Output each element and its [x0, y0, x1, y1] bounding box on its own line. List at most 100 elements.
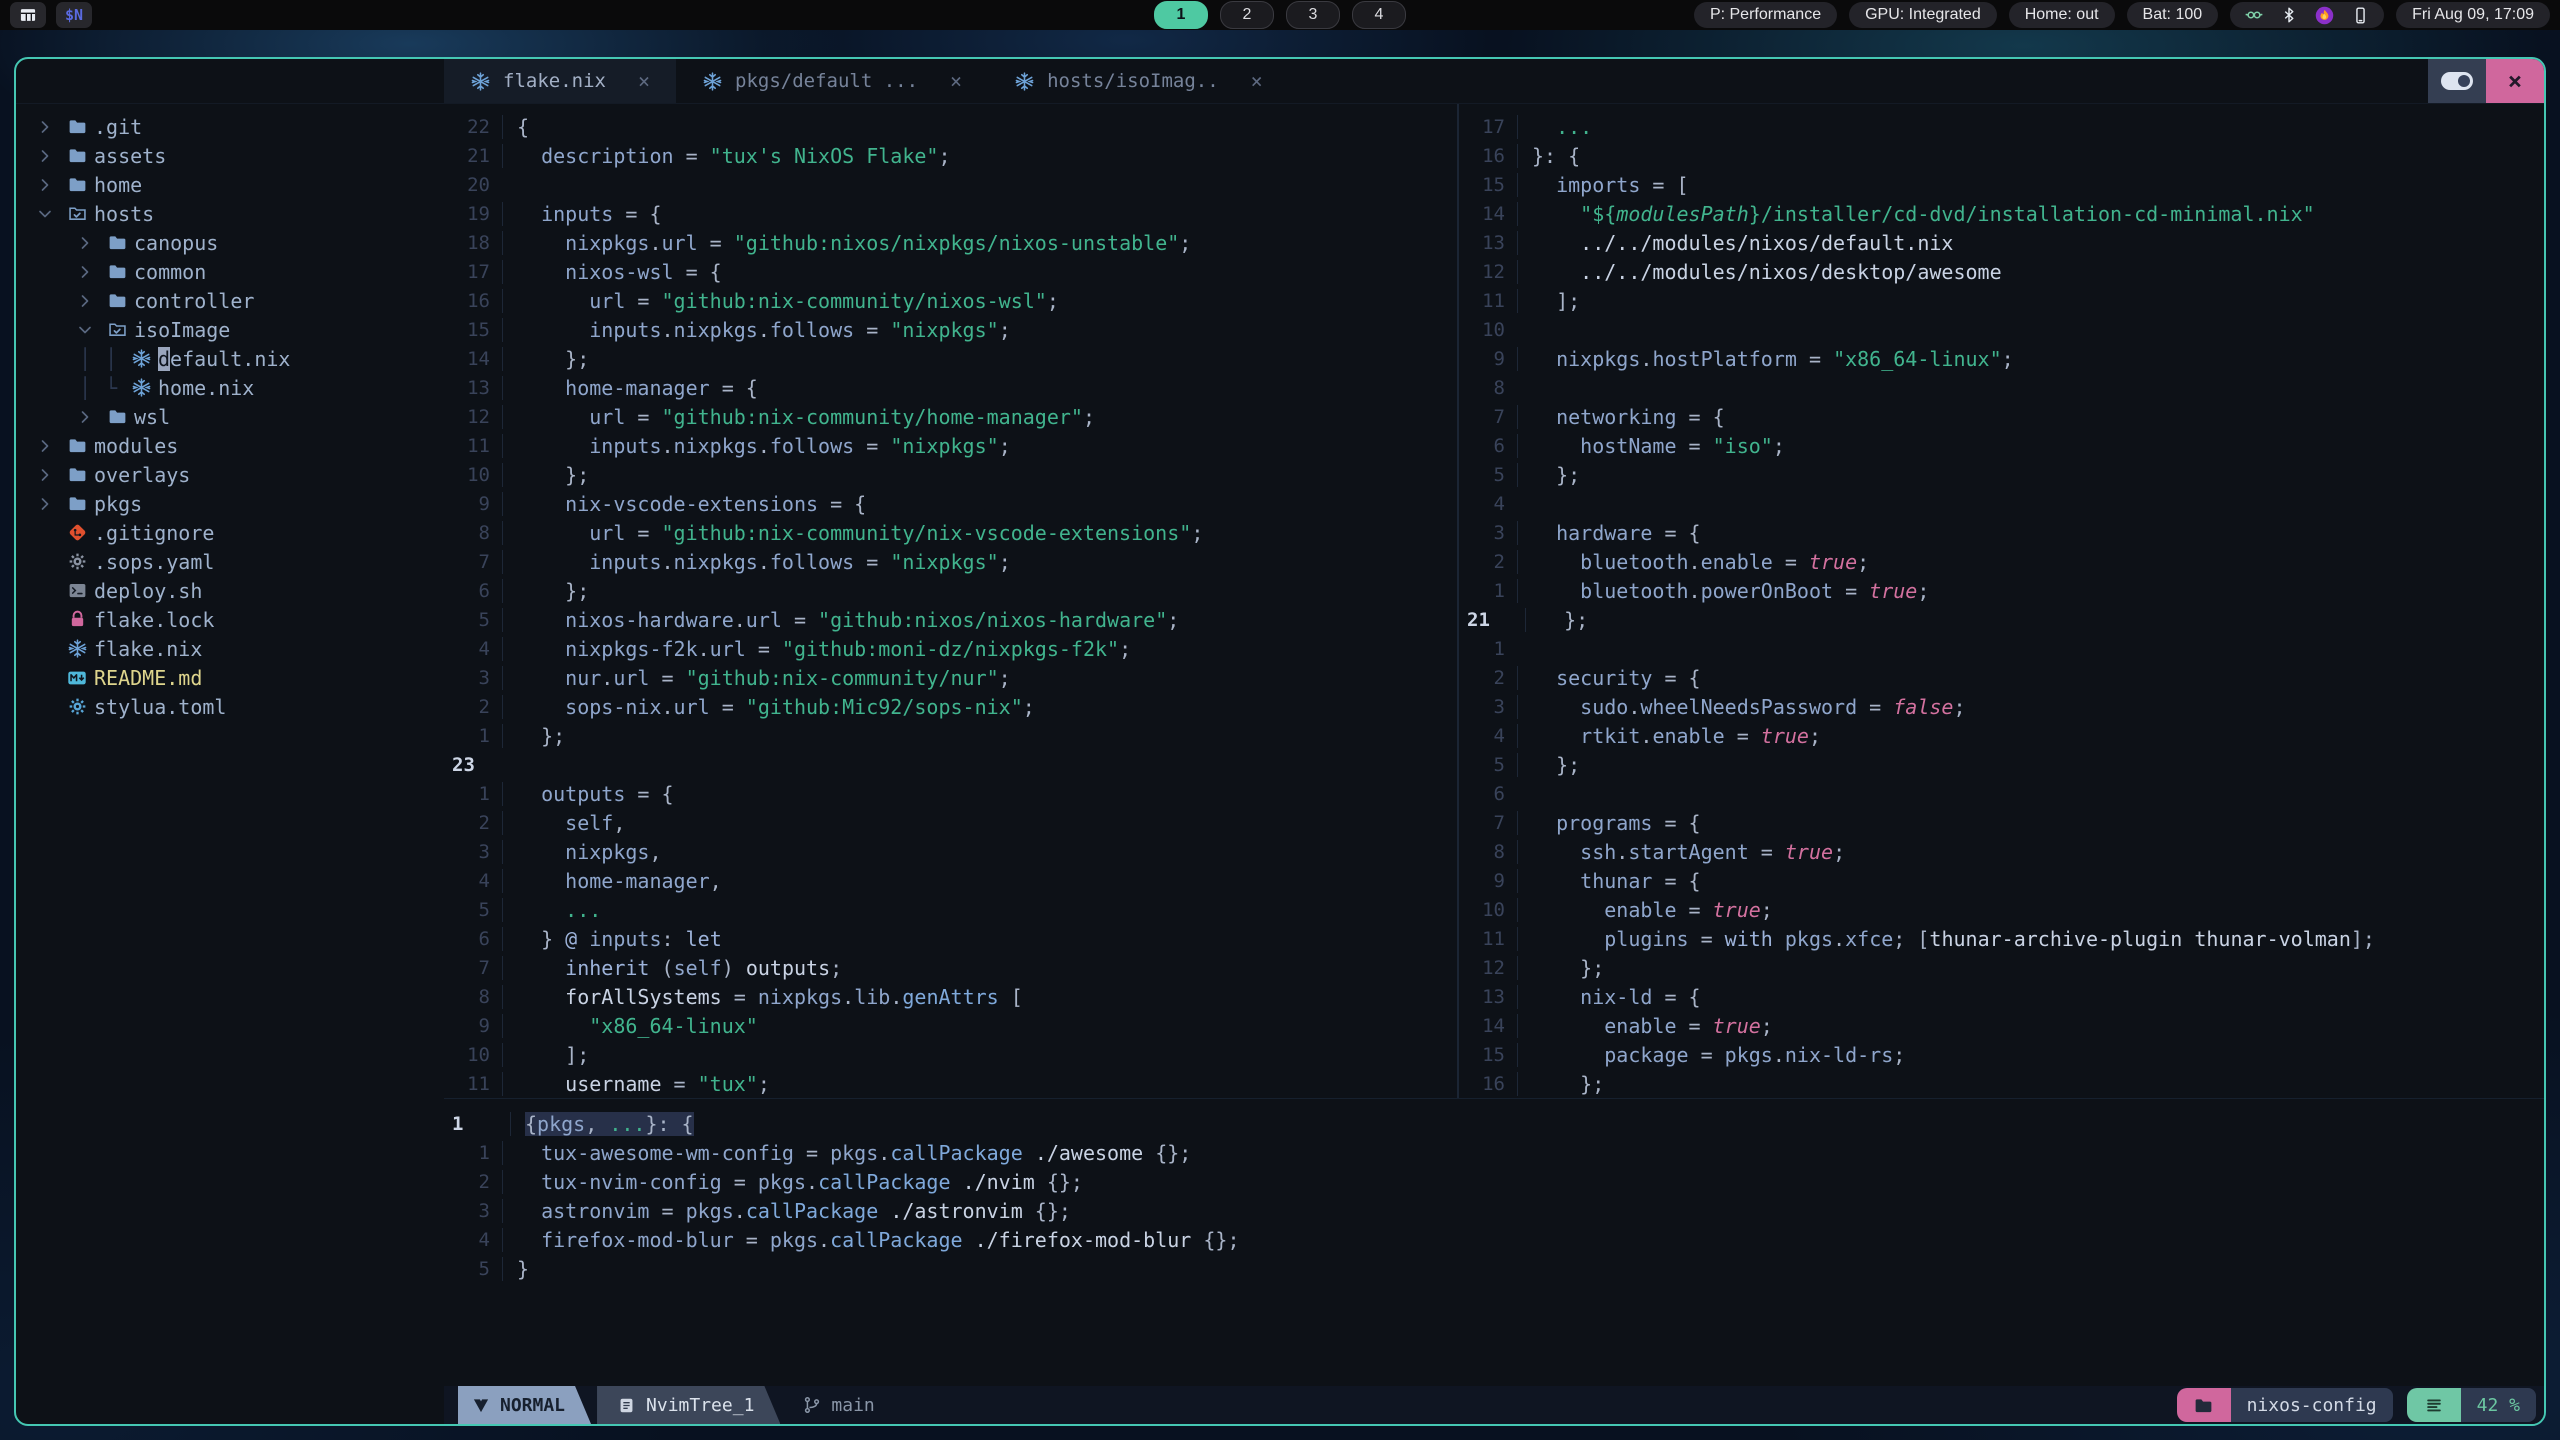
workspace-button-1[interactable]: 1 [1154, 1, 1208, 29]
code-line[interactable]: 4 rtkit.enable = true; [1459, 721, 2544, 750]
code-line[interactable]: 16 }; [1459, 1069, 2544, 1098]
code-line[interactable]: 11 username = "tux"; [444, 1069, 1457, 1098]
code-line[interactable]: 5 }; [1459, 460, 2544, 489]
code-line[interactable]: 2 tux-nvim-config = pkgs.callPackage ./n… [444, 1167, 2544, 1196]
code-line[interactable]: 13 home-manager = { [444, 373, 1457, 402]
apps-launcher-button[interactable] [10, 2, 46, 28]
code-line[interactable]: 13 nix-ld = { [1459, 982, 2544, 1011]
code-line[interactable]: 6 [1459, 779, 2544, 808]
code-line[interactable]: 10 ]; [444, 1040, 1457, 1069]
code-line[interactable]: 19 inputs = { [444, 199, 1457, 228]
tab-pkgs-default-[interactable]: pkgs/default ... × [676, 59, 988, 103]
code-line[interactable]: 5 }; [1459, 750, 2544, 779]
code-line[interactable]: 3 nur.url = "github:nix-community/nur"; [444, 663, 1457, 692]
code-line[interactable]: 5 ... [444, 895, 1457, 924]
code-line[interactable]: 9 thunar = { [1459, 866, 2544, 895]
code-line[interactable]: 2 security = { [1459, 663, 2544, 692]
code-line[interactable]: 3 nixpkgs, [444, 837, 1457, 866]
code-line[interactable]: 10 }; [444, 460, 1457, 489]
close-button[interactable]: × [2486, 59, 2544, 103]
code-line[interactable]: 9 nix-vscode-extensions = { [444, 489, 1457, 518]
tree-item-canopus[interactable]: canopus [16, 228, 444, 257]
editor-pane-iso-default-nix[interactable]: 17 ... 16}: {15 imports = [14 "${modulesP… [1459, 104, 2544, 1098]
code-line[interactable]: 1 [1459, 634, 2544, 663]
flame-icon[interactable] [2314, 5, 2335, 26]
tab-close-icon[interactable]: × [1251, 69, 1263, 93]
code-line[interactable]: 1 }; [444, 721, 1457, 750]
phone-icon[interactable] [2351, 6, 2370, 25]
code-line[interactable]: 14 enable = true; [1459, 1011, 2544, 1040]
tree-item-pkgs[interactable]: pkgs [16, 489, 444, 518]
code-line[interactable]: 4 nixpkgs-f2k.url = "github:moni-dz/nixp… [444, 634, 1457, 663]
tree-item-controller[interactable]: controller [16, 286, 444, 315]
code-line[interactable]: 16 url = "github:nix-community/nixos-wsl… [444, 286, 1457, 315]
code-line[interactable]: 9 "x86_64-linux" [444, 1011, 1457, 1040]
tree-item-flake-nix[interactable]: flake.nix [16, 634, 444, 663]
code-line[interactable]: 4 home-manager, [444, 866, 1457, 895]
terminal-launcher-button[interactable]: $N [56, 2, 92, 28]
tab-flake-nix[interactable]: flake.nix × [444, 59, 676, 103]
code-line[interactable]: 4 [1459, 489, 2544, 518]
tree-item-overlays[interactable]: overlays [16, 460, 444, 489]
tree-item-modules[interactable]: modules [16, 431, 444, 460]
code-line[interactable]: 17 ... [1459, 112, 2544, 141]
code-line[interactable]: 3 astronvim = pkgs.callPackage ./astronv… [444, 1196, 2544, 1225]
tree-item-readme-md[interactable]: README.md [16, 663, 444, 692]
bluetooth-icon[interactable] [2280, 6, 2298, 24]
tree-item-flake-lock[interactable]: flake.lock [16, 605, 444, 634]
workspace-button-2[interactable]: 2 [1220, 1, 1274, 29]
tree-item-home-nix[interactable]: │ └ home.nix [16, 373, 444, 402]
tree-item-default-nix[interactable]: │ │ default.nix [16, 344, 444, 373]
code-line[interactable]: 12 }; [1459, 953, 2544, 982]
code-line[interactable]: 1 bluetooth.powerOnBoot = true; [1459, 576, 2544, 605]
editor-pane-flake-nix[interactable]: 22{21 description = "tux's NixOS Flake";… [444, 104, 1457, 1098]
tree-item-common[interactable]: common [16, 257, 444, 286]
tree-item-wsl[interactable]: wsl [16, 402, 444, 431]
tab-hosts-isoimag-[interactable]: hosts/isoImag.. × [988, 59, 1289, 103]
code-line[interactable]: 7 inputs.nixpkgs.follows = "nixpkgs"; [444, 547, 1457, 576]
code-line[interactable]: 18 nixpkgs.url = "github:nixos/nixpkgs/n… [444, 228, 1457, 257]
code-line[interactable]: 8 forAllSystems = nixpkgs.lib.genAttrs [ [444, 982, 1457, 1011]
code-line[interactable]: 10 enable = true; [1459, 895, 2544, 924]
toggle-button[interactable] [2428, 59, 2486, 103]
code-line[interactable]: 11 ]; [1459, 286, 2544, 315]
code-line[interactable]: 7 programs = { [1459, 808, 2544, 837]
code-line[interactable]: 2 bluetooth.enable = true; [1459, 547, 2544, 576]
code-line[interactable]: 5 nixos-hardware.url = "github:nixos/nix… [444, 605, 1457, 634]
code-line[interactable]: 21 description = "tux's NixOS Flake"; [444, 141, 1457, 170]
code-line[interactable]: 22 { [444, 112, 1457, 141]
tree-item-hosts[interactable]: hosts [16, 199, 444, 228]
code-line[interactable]: 8 ssh.startAgent = true; [1459, 837, 2544, 866]
tab-close-icon[interactable]: × [950, 69, 962, 93]
goggles-icon[interactable] [2244, 5, 2264, 25]
code-line[interactable]: 9 nixpkgs.hostPlatform = "x86_64-linux"; [1459, 344, 2544, 373]
tree-item--gitignore[interactable]: .gitignore [16, 518, 444, 547]
code-line[interactable]: 2 self, [444, 808, 1457, 837]
code-line[interactable]: 5} [444, 1254, 2544, 1283]
code-line[interactable]: 7 inherit (self) outputs; [444, 953, 1457, 982]
code-line[interactable]: 1 tux-awesome-wm-config = pkgs.callPacka… [444, 1138, 2544, 1167]
code-line[interactable]: 11 plugins = with pkgs.xfce; [thunar-arc… [1459, 924, 2544, 953]
tab-close-icon[interactable]: × [638, 69, 650, 93]
code-line[interactable]: 12 ../../modules/nixos/desktop/awesome [1459, 257, 2544, 286]
code-line[interactable]: 1 {pkgs, ...}: { [444, 1109, 2544, 1138]
code-line[interactable]: 16}: { [1459, 141, 2544, 170]
code-line[interactable]: 13 ../../modules/nixos/default.nix [1459, 228, 2544, 257]
code-line[interactable]: 14 }; [444, 344, 1457, 373]
code-line[interactable]: 3 hardware = { [1459, 518, 2544, 547]
code-line[interactable]: 23 [444, 750, 1457, 779]
tree-item-isoimage[interactable]: isoImage [16, 315, 444, 344]
code-line[interactable]: 20 [444, 170, 1457, 199]
editor-pane-pkgs-default-nix[interactable]: 1 {pkgs, ...}: {1 tux-awesome-wm-config =… [444, 1098, 2544, 1386]
code-line[interactable]: 15 inputs.nixpkgs.follows = "nixpkgs"; [444, 315, 1457, 344]
workspace-button-3[interactable]: 3 [1286, 1, 1340, 29]
code-line[interactable]: 2 sops-nix.url = "github:Mic92/sops-nix"… [444, 692, 1457, 721]
code-line[interactable]: 4 firefox-mod-blur = pkgs.callPackage ./… [444, 1225, 2544, 1254]
code-line[interactable]: 15 imports = [ [1459, 170, 2544, 199]
workspace-button-4[interactable]: 4 [1352, 1, 1406, 29]
tree-item-home[interactable]: home [16, 170, 444, 199]
tree-item-deploy-sh[interactable]: deploy.sh [16, 576, 444, 605]
code-line[interactable]: 6 hostName = "iso"; [1459, 431, 2544, 460]
code-line[interactable]: 8 url = "github:nix-community/nix-vscode… [444, 518, 1457, 547]
code-line[interactable]: 11 inputs.nixpkgs.follows = "nixpkgs"; [444, 431, 1457, 460]
